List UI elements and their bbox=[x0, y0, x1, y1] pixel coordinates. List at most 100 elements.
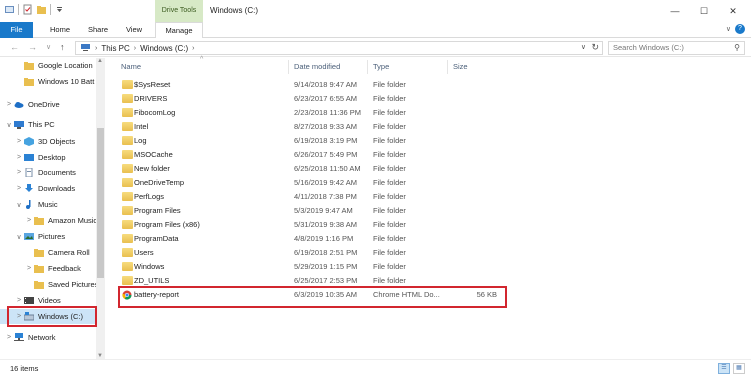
tab-view[interactable]: View bbox=[116, 22, 152, 38]
back-button[interactable]: ← bbox=[10, 42, 19, 52]
nav-item-label: Pictures bbox=[38, 232, 66, 241]
chevron-right-icon[interactable]: > bbox=[14, 154, 24, 161]
nav-item-onedrive[interactable]: > OneDrive bbox=[0, 97, 96, 112]
minimize-button[interactable]: — bbox=[662, 0, 688, 22]
address-dropdown-icon[interactable]: ∨ bbox=[581, 43, 586, 51]
breadcrumb-windows-c[interactable]: Windows (C:) bbox=[140, 44, 188, 53]
file-row[interactable]: Program Files 5/3/2019 9:47 AM File folder bbox=[118, 204, 503, 217]
file-row[interactable]: Log 6/19/2018 3:19 PM File folder bbox=[118, 134, 503, 147]
nav-item-documents[interactable]: > Documents bbox=[0, 165, 96, 180]
chevron-right-icon[interactable]: > bbox=[4, 101, 14, 108]
folder-icon bbox=[122, 80, 133, 89]
scroll-up-icon[interactable]: ▲ bbox=[97, 58, 103, 64]
up-button[interactable]: ↑ bbox=[60, 42, 65, 52]
chevron-right-icon[interactable]: > bbox=[24, 265, 34, 272]
details-view-icon[interactable]: ☰ bbox=[718, 363, 730, 374]
qat-divider bbox=[50, 4, 51, 15]
column-divider[interactable] bbox=[367, 60, 368, 74]
properties-icon[interactable] bbox=[22, 4, 33, 15]
documents-icon bbox=[24, 167, 34, 178]
close-button[interactable]: ✕ bbox=[720, 0, 746, 22]
nav-item-saved-pictures[interactable]: Saved Pictures bbox=[0, 277, 98, 292]
nav-item-label: Desktop bbox=[38, 153, 66, 162]
chevron-right-icon[interactable]: > bbox=[14, 185, 24, 192]
refresh-icon[interactable]: ↻ bbox=[591, 42, 599, 53]
file-row[interactable]: Users 6/19/2018 2:51 PM File folder bbox=[118, 246, 503, 259]
file-row[interactable]: DRIVERS 6/23/2017 6:55 AM File folder bbox=[118, 92, 503, 105]
title-bar: Drive Tools Windows (C:) — ☐ ✕ bbox=[0, 0, 751, 22]
chevron-right-icon[interactable]: > bbox=[14, 138, 24, 145]
file-date-modified: 6/25/2017 2:53 PM bbox=[294, 276, 358, 285]
expand-ribbon-icon[interactable]: ∨ bbox=[726, 25, 731, 33]
nav-item-feedback[interactable]: > Feedback bbox=[0, 261, 96, 276]
file-name: Intel bbox=[134, 122, 149, 131]
nav-item-this-pc[interactable]: ∨ This PC bbox=[0, 117, 96, 132]
help-icon[interactable]: ? bbox=[735, 24, 745, 34]
column-header-type[interactable]: Type bbox=[373, 62, 389, 71]
file-row[interactable]: PerfLogs 4/11/2018 7:38 PM File folder bbox=[118, 190, 503, 203]
file-row[interactable]: Program Files (x86) 5/31/2019 9:38 AM File… bbox=[118, 218, 503, 231]
tab-share[interactable]: Share bbox=[80, 22, 116, 38]
tab-home[interactable]: Home bbox=[40, 22, 80, 38]
sort-ascending-icon: ^ bbox=[200, 56, 204, 63]
large-icons-view-icon[interactable]: ▦ bbox=[733, 363, 745, 374]
address-bar[interactable]: › This PC › Windows (C:) › ∨ ↻ bbox=[75, 41, 603, 55]
chevron-right-icon[interactable]: > bbox=[14, 297, 24, 304]
file-row[interactable]: ProgramData 4/8/2019 1:16 PM File folder bbox=[118, 232, 503, 245]
file-name: OneDriveTemp bbox=[134, 178, 185, 187]
forward-button[interactable]: → bbox=[28, 42, 37, 52]
nav-pane-scroll-thumb[interactable] bbox=[97, 128, 104, 278]
nav-item-desktop[interactable]: > Desktop bbox=[0, 150, 96, 165]
customize-qat-icon[interactable] bbox=[54, 4, 65, 15]
nav-pane-scrollbar[interactable]: ▲ ▼ bbox=[96, 58, 105, 359]
tab-manage[interactable]: Manage bbox=[155, 22, 203, 38]
chevron-right-icon[interactable]: > bbox=[24, 217, 34, 224]
file-date-modified: 4/8/2019 1:16 PM bbox=[294, 234, 354, 243]
nav-item-3d-objects[interactable]: >3D Objects bbox=[0, 134, 96, 149]
tab-file[interactable]: File bbox=[0, 22, 33, 38]
nav-item-camera-roll[interactable]: Camera Roll bbox=[0, 245, 96, 260]
nav-item-label: 3D Objects bbox=[38, 137, 76, 146]
breadcrumb-this-pc[interactable]: This PC bbox=[101, 44, 129, 53]
search-input[interactable]: Search Windows (C:) ⚲ bbox=[608, 41, 745, 55]
nav-item-amazon-music[interactable]: > Amazon Music bbox=[0, 213, 98, 228]
column-divider[interactable] bbox=[288, 60, 289, 74]
nav-item-network[interactable]: > Network bbox=[0, 330, 96, 345]
desktop-icon bbox=[24, 153, 34, 162]
column-header-name[interactable]: Name bbox=[121, 62, 141, 71]
nav-item-label: Documents bbox=[38, 168, 76, 177]
column-header-size[interactable]: Size bbox=[453, 62, 468, 71]
nav-item-windows-10-batt[interactable]: Windows 10 Batt bbox=[0, 74, 96, 89]
column-divider[interactable] bbox=[447, 60, 448, 74]
file-date-modified: 5/29/2019 1:15 PM bbox=[294, 262, 358, 271]
maximize-button[interactable]: ☐ bbox=[691, 0, 717, 22]
address-row: ← → ∨ ↑ › This PC › Windows (C:) › ∨ ↻ S… bbox=[0, 39, 751, 57]
chevron-down-icon[interactable]: ∨ bbox=[14, 233, 24, 241]
file-row[interactable]: New folder 6/25/2018 11:50 AM File folder bbox=[118, 162, 503, 175]
file-row[interactable]: Intel 8/27/2018 9:33 AM File folder bbox=[118, 120, 503, 133]
onedrive-icon bbox=[14, 100, 24, 109]
file-row[interactable]: $SysReset 9/14/2018 9:47 AM File folder bbox=[118, 78, 503, 91]
chevron-right-icon[interactable]: > bbox=[4, 334, 14, 341]
chevron-down-icon[interactable]: ∨ bbox=[14, 201, 24, 209]
file-date-modified: 6/23/2017 6:55 AM bbox=[294, 94, 357, 103]
chevron-right-icon[interactable]: > bbox=[14, 169, 24, 176]
this-pc-icon bbox=[80, 43, 91, 54]
column-header-date-modified[interactable]: Date modified bbox=[294, 62, 340, 71]
file-row[interactable]: Windows 5/29/2019 1:15 PM File folder bbox=[118, 260, 503, 273]
nav-item-google-location[interactable]: Google Location bbox=[0, 58, 96, 73]
file-date-modified: 2/23/2018 11:36 PM bbox=[294, 108, 361, 117]
nav-item-music[interactable]: ∨ Music bbox=[0, 197, 96, 212]
file-type: File folder bbox=[373, 192, 406, 201]
file-row[interactable]: MSOCache 6/26/2017 5:49 PM File folder bbox=[118, 148, 503, 161]
file-type: File folder bbox=[373, 150, 406, 159]
recent-locations-button[interactable]: ∨ bbox=[46, 43, 51, 51]
nav-item-pictures[interactable]: ∨ Pictures bbox=[0, 229, 96, 244]
file-date-modified: 8/27/2018 9:33 AM bbox=[294, 122, 357, 131]
nav-item-downloads[interactable]: > Downloads bbox=[0, 181, 96, 196]
chevron-down-icon[interactable]: ∨ bbox=[4, 121, 14, 129]
file-row[interactable]: OneDriveTemp 5/16/2019 9:42 AM File folder bbox=[118, 176, 503, 189]
new-folder-icon[interactable] bbox=[36, 4, 47, 15]
nav-item-label: Amazon Music bbox=[48, 216, 98, 225]
file-row[interactable]: FibocomLog 2/23/2018 11:36 PM File folder bbox=[118, 106, 503, 119]
